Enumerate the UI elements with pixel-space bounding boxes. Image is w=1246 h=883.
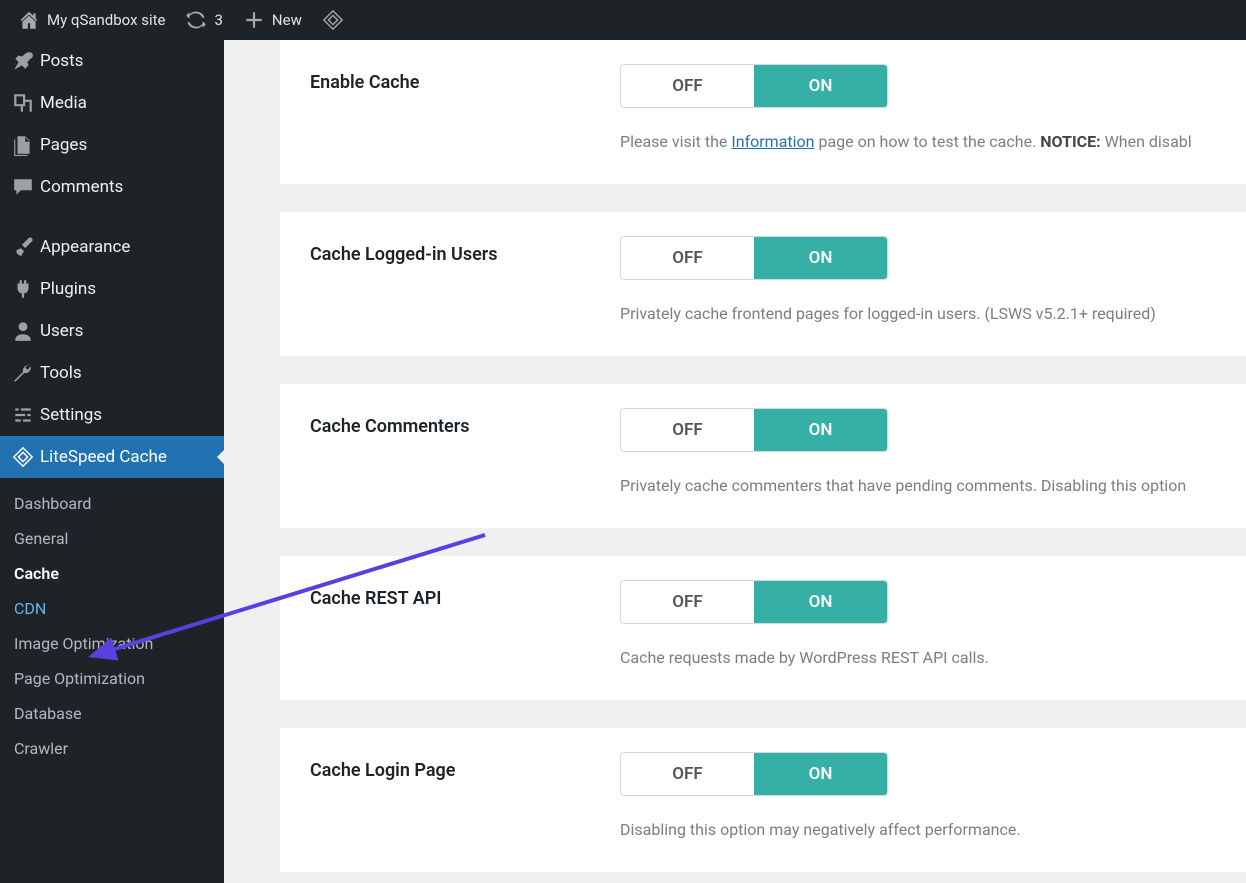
toggle-cache-logged-in[interactable]: OFF ON <box>620 236 888 280</box>
setting-row-cache-rest-api: Cache REST API OFF ON Cache requests mad… <box>280 556 1246 700</box>
menu-label: Appearance <box>40 237 130 257</box>
site-link[interactable]: My qSandbox site <box>8 0 175 40</box>
sidebar-item-pages[interactable]: Pages <box>0 124 224 166</box>
toggle-enable-cache[interactable]: OFF ON <box>620 64 888 108</box>
toggle-on[interactable]: ON <box>754 237 887 279</box>
menu-label: Media <box>40 93 87 113</box>
setting-label: Cache Logged-in Users <box>280 236 620 326</box>
menu-label: Tools <box>40 363 82 383</box>
setting-row-enable-cache: Enable Cache OFF ON Please visit the Inf… <box>280 40 1246 184</box>
setting-description: Privately cache commenters that have pen… <box>620 474 1246 498</box>
menu-separator <box>0 208 224 226</box>
submenu-cdn[interactable]: CDN <box>0 591 224 626</box>
comment-icon <box>12 176 40 198</box>
toggle-on[interactable]: ON <box>754 409 887 451</box>
content-area: Enable Cache OFF ON Please visit the Inf… <box>224 40 1246 883</box>
admin-sidebar: Posts Media Pages Comments Appearance Pl… <box>0 40 224 883</box>
plug-icon <box>12 278 40 300</box>
sidebar-item-settings[interactable]: Settings <box>0 394 224 436</box>
submenu-dashboard[interactable]: Dashboard <box>0 486 224 521</box>
submenu-database[interactable]: Database <box>0 696 224 731</box>
submenu-crawler[interactable]: Crawler <box>0 731 224 766</box>
toggle-off[interactable]: OFF <box>621 65 754 107</box>
notice-label: NOTICE: <box>1040 132 1100 151</box>
sidebar-item-litespeed[interactable]: LiteSpeed Cache <box>0 436 224 478</box>
setting-label: Cache REST API <box>280 580 620 670</box>
sidebar-item-posts[interactable]: Posts <box>0 40 224 82</box>
admin-topbar: My qSandbox site 3 New <box>0 0 1246 40</box>
sidebar-item-plugins[interactable]: Plugins <box>0 268 224 310</box>
setting-label: Enable Cache <box>280 64 620 154</box>
submenu-image-optimization[interactable]: Image Optimization <box>0 626 224 661</box>
sliders-icon <box>12 404 40 426</box>
menu-label: Comments <box>40 177 123 197</box>
sidebar-item-comments[interactable]: Comments <box>0 166 224 208</box>
toggle-off[interactable]: OFF <box>621 753 754 795</box>
new-label: New <box>272 11 302 29</box>
diamond-icon <box>322 9 344 31</box>
menu-label: Posts <box>40 51 83 71</box>
pin-icon <box>12 50 40 72</box>
wrench-icon <box>12 362 40 384</box>
toggle-off[interactable]: OFF <box>621 409 754 451</box>
setting-label: Cache Commenters <box>280 408 620 498</box>
setting-row-cache-commenters: Cache Commenters OFF ON Privately cache … <box>280 384 1246 528</box>
refresh-icon <box>185 9 207 31</box>
plus-icon <box>243 9 265 31</box>
toggle-cache-login-page[interactable]: OFF ON <box>620 752 888 796</box>
setting-description: Disabling this option may negatively aff… <box>620 818 1246 842</box>
menu-label: Pages <box>40 135 87 155</box>
site-name: My qSandbox site <box>47 11 165 29</box>
sidebar-item-appearance[interactable]: Appearance <box>0 226 224 268</box>
submenu-cache[interactable]: Cache <box>0 556 224 591</box>
new-link[interactable]: New <box>233 0 312 40</box>
toggle-off[interactable]: OFF <box>621 581 754 623</box>
submenu-page-optimization[interactable]: Page Optimization <box>0 661 224 696</box>
diamond-icon <box>12 446 40 468</box>
litespeed-submenu: Dashboard General Cache CDN Image Optimi… <box>0 478 224 780</box>
setting-description: Please visit the Information page on how… <box>620 130 1246 154</box>
media-icon <box>12 92 40 114</box>
setting-row-cache-logged-in: Cache Logged-in Users OFF ON Privately c… <box>280 212 1246 356</box>
setting-label: Cache Login Page <box>280 752 620 842</box>
home-icon <box>18 9 40 31</box>
sidebar-item-tools[interactable]: Tools <box>0 352 224 394</box>
toggle-on[interactable]: ON <box>754 65 887 107</box>
menu-label: Plugins <box>40 279 96 299</box>
updates-count: 3 <box>214 11 222 29</box>
settings-panel: Enable Cache OFF ON Please visit the Inf… <box>280 40 1246 883</box>
user-icon <box>12 320 40 342</box>
toggle-on[interactable]: ON <box>754 581 887 623</box>
brush-icon <box>12 236 40 258</box>
setting-description: Privately cache frontend pages for logge… <box>620 302 1246 326</box>
toggle-cache-rest-api[interactable]: OFF ON <box>620 580 888 624</box>
setting-description: Cache requests made by WordPress REST AP… <box>620 646 1246 670</box>
litespeed-topbar-icon[interactable] <box>312 0 361 40</box>
setting-row-cache-login-page: Cache Login Page OFF ON Disabling this o… <box>280 728 1246 872</box>
sidebar-item-media[interactable]: Media <box>0 82 224 124</box>
menu-label: LiteSpeed Cache <box>40 447 167 467</box>
menu-label: Settings <box>40 405 102 425</box>
submenu-general[interactable]: General <box>0 521 224 556</box>
toggle-on[interactable]: ON <box>754 753 887 795</box>
sidebar-item-users[interactable]: Users <box>0 310 224 352</box>
toggle-cache-commenters[interactable]: OFF ON <box>620 408 888 452</box>
pages-icon <box>12 134 40 156</box>
toggle-off[interactable]: OFF <box>621 237 754 279</box>
updates-link[interactable]: 3 <box>175 0 232 40</box>
information-link[interactable]: Information <box>731 132 814 151</box>
menu-label: Users <box>40 321 83 341</box>
